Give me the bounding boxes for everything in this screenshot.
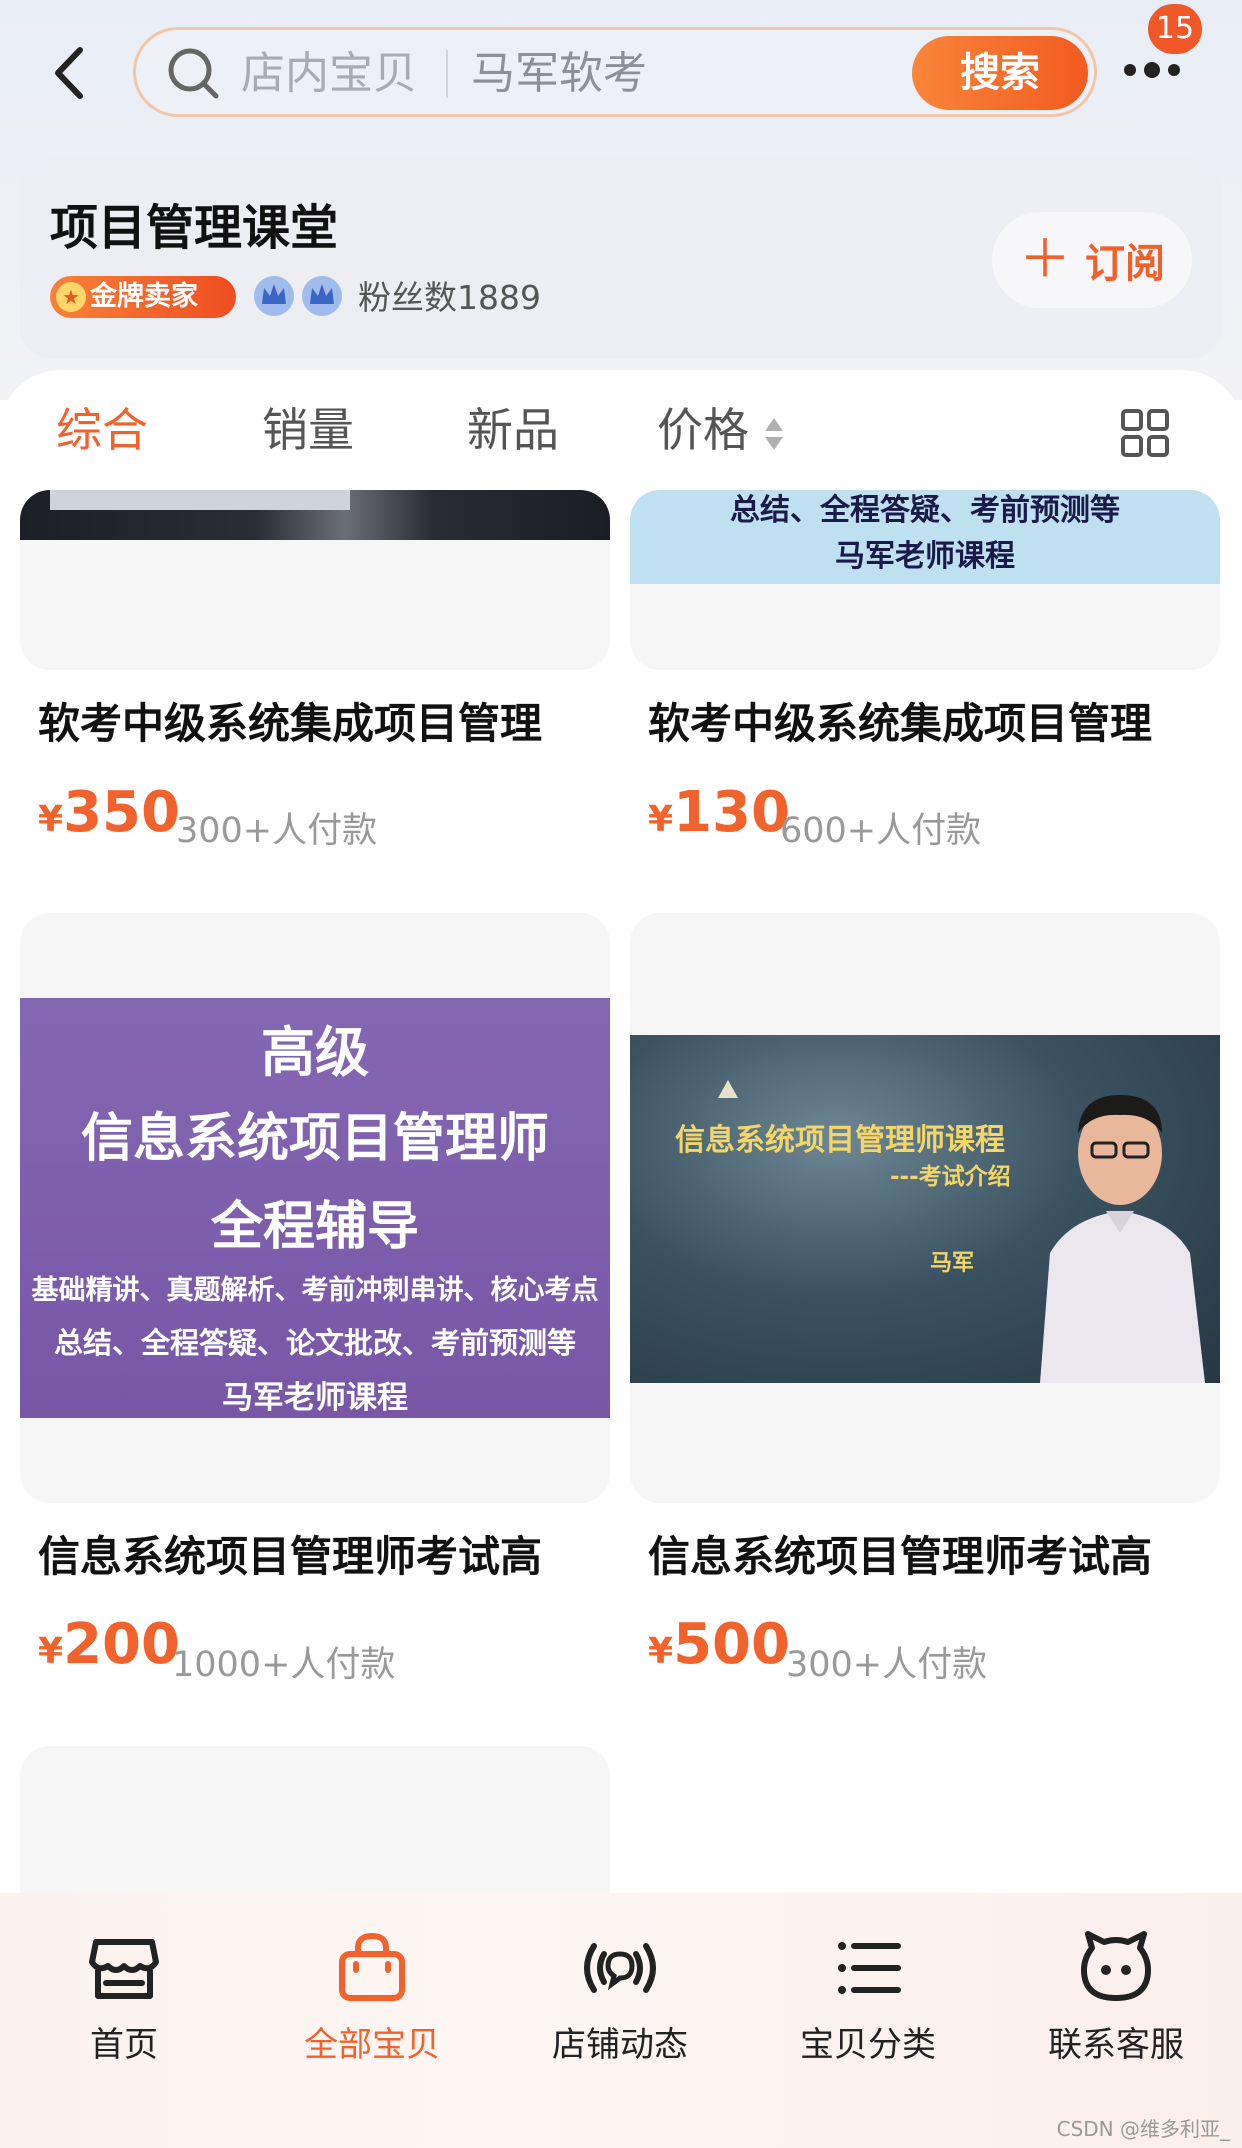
product-card[interactable]: 信息系统项目管理师课程 ---考试介绍 马军 <box>630 913 1220 1503</box>
image-caption: 总结、全程答疑、考前预测等 <box>730 493 1120 528</box>
crown-icon <box>254 276 294 316</box>
tab-label: 首页 <box>90 2025 158 2065</box>
image-heading: 高级 <box>261 1020 369 1084</box>
product-price: ¥500 <box>648 1612 790 1677</box>
storefront-icon <box>89 1939 159 1999</box>
plus-icon: ＋ <box>1019 230 1072 290</box>
sold-count: 1000+人付款 <box>172 1645 396 1685</box>
product-image: 总结、全程答疑、考前预测等 马军老师课程 <box>630 490 1220 584</box>
chevron-left-icon <box>55 47 83 99</box>
product-image: 信息系统项目管理师课程 ---考试介绍 马军 <box>630 1035 1220 1383</box>
product-title[interactable]: 信息系统项目管理师考试高 <box>648 1523 1152 1584</box>
product-price: ¥130 <box>648 780 790 845</box>
image-heading: 全程辅导 <box>210 1196 419 1257</box>
product-title[interactable]: 软考中级系统集成项目管理 <box>648 690 1152 751</box>
gold-seller-label: 金牌卖家 <box>90 281 198 312</box>
tab-label: 联系客服 <box>1048 2025 1184 2065</box>
crown-icon <box>302 276 342 316</box>
presenter-image <box>1040 1095 1205 1383</box>
currency-symbol: ¥ <box>648 1631 674 1672</box>
broadcast-icon <box>584 1943 656 1993</box>
shopping-bag-icon <box>339 1932 405 2001</box>
triangle-icon <box>718 1080 738 1098</box>
sort-tab-new[interactable]: 新品 <box>467 400 559 460</box>
sold-count: 300+人付款 <box>176 811 378 851</box>
search-button[interactable]: 搜索 <box>912 36 1088 110</box>
search-bar[interactable]: 店内宝贝 马军软考 搜索 <box>133 27 1097 117</box>
tab-categories[interactable]: 宝贝分类 <box>744 1893 992 2093</box>
sort-arrows-icon <box>765 418 783 450</box>
image-caption: 马军老师课程 <box>222 1380 408 1416</box>
tab-label: 店铺动态 <box>552 2025 688 2065</box>
shop-name[interactable]: 项目管理课堂 <box>50 188 338 258</box>
back-button[interactable] <box>40 38 100 108</box>
tab-shop-updates[interactable]: 店铺动态 <box>496 1893 744 2093</box>
search-scope-label: 店内宝贝 <box>241 48 417 99</box>
price-value: 130 <box>673 780 790 845</box>
shop-info-card: 项目管理课堂 ★ 金牌卖家 粉丝数1889 ＋ 订阅 <box>20 158 1222 358</box>
sort-tab-comprehensive[interactable]: 综合 <box>56 400 148 460</box>
tab-label: 宝贝分类 <box>800 2025 936 2065</box>
more-dots-icon <box>1124 62 1180 78</box>
product-price: ¥350 <box>38 780 180 845</box>
sort-tab-price[interactable]: 价格 <box>657 400 749 460</box>
image-caption: 基础精讲、真题解析、考前冲刺串讲、核心考点 <box>31 1275 599 1306</box>
gold-seller-badge: ★ 金牌卖家 <box>50 276 236 318</box>
fans-count: 粉丝数1889 <box>358 278 541 317</box>
slide-screen <box>50 490 350 510</box>
search-divider <box>446 50 448 98</box>
image-caption: 马军 <box>930 1251 975 1276</box>
subscribe-label: 订阅 <box>1084 241 1165 287</box>
product-card[interactable] <box>20 490 610 670</box>
search-input[interactable]: 马军软考 <box>471 46 647 102</box>
product-image <box>20 490 610 540</box>
sold-count: 600+人付款 <box>780 811 982 851</box>
more-button[interactable] <box>1120 55 1184 85</box>
currency-symbol: ¥ <box>38 799 64 840</box>
grid-view-icon[interactable] <box>1120 408 1170 458</box>
currency-symbol: ¥ <box>648 799 674 840</box>
image-caption: 信息系统项目管理师课程 <box>675 1123 1005 1158</box>
notification-badge: 15 <box>1148 4 1202 54</box>
sold-count: 300+人付款 <box>786 1645 988 1685</box>
product-title[interactable]: 软考中级系统集成项目管理 <box>38 690 542 751</box>
image-caption: 总结、全程答疑、论文批改、考前预测等 <box>53 1326 576 1360</box>
product-image: 高级 信息系统项目管理师 全程辅导 基础精讲、真题解析、考前冲刺串讲、核心考点 … <box>20 998 610 1418</box>
product-title[interactable]: 信息系统项目管理师考试高 <box>38 1523 542 1584</box>
sort-bar: 综合 销量 新品 价格 <box>0 370 1242 490</box>
watermark: CSDN @维多利亚_ <box>1056 2117 1230 2141</box>
price-value: 500 <box>673 1612 790 1677</box>
currency-symbol: ¥ <box>38 1631 64 1672</box>
tab-all-products[interactable]: 全部宝贝 <box>248 1893 496 2093</box>
search-icon <box>168 48 219 99</box>
product-card[interactable]: 高级 信息系统项目管理师 全程辅导 基础精讲、真题解析、考前冲刺串讲、核心考点 … <box>20 913 610 1503</box>
product-card[interactable]: 总结、全程答疑、考前预测等 马军老师课程 <box>630 490 1220 670</box>
chat-bot-icon <box>1081 1931 1151 2001</box>
subscribe-button[interactable]: ＋ 订阅 <box>992 212 1192 308</box>
image-heading: 信息系统项目管理师 <box>80 1108 549 1169</box>
product-price: ¥200 <box>38 1612 180 1677</box>
price-value: 350 <box>63 780 180 845</box>
tab-home[interactable]: 首页 <box>0 1893 248 2093</box>
tab-customer-service[interactable]: 联系客服 <box>992 1893 1240 2093</box>
bottom-tab-bar: 首页 全部宝贝 店铺动态 宝贝分类 联系客服 CSDN @维多利亚_ <box>0 1893 1242 2148</box>
sort-tab-sales[interactable]: 销量 <box>262 400 354 460</box>
image-caption: ---考试介绍 <box>890 1164 1011 1190</box>
image-caption: 马军老师课程 <box>835 539 1015 574</box>
list-icon <box>838 1942 901 1994</box>
medal-icon: ★ <box>56 282 86 312</box>
tab-label: 全部宝贝 <box>304 2025 440 2065</box>
price-value: 200 <box>63 1612 180 1677</box>
